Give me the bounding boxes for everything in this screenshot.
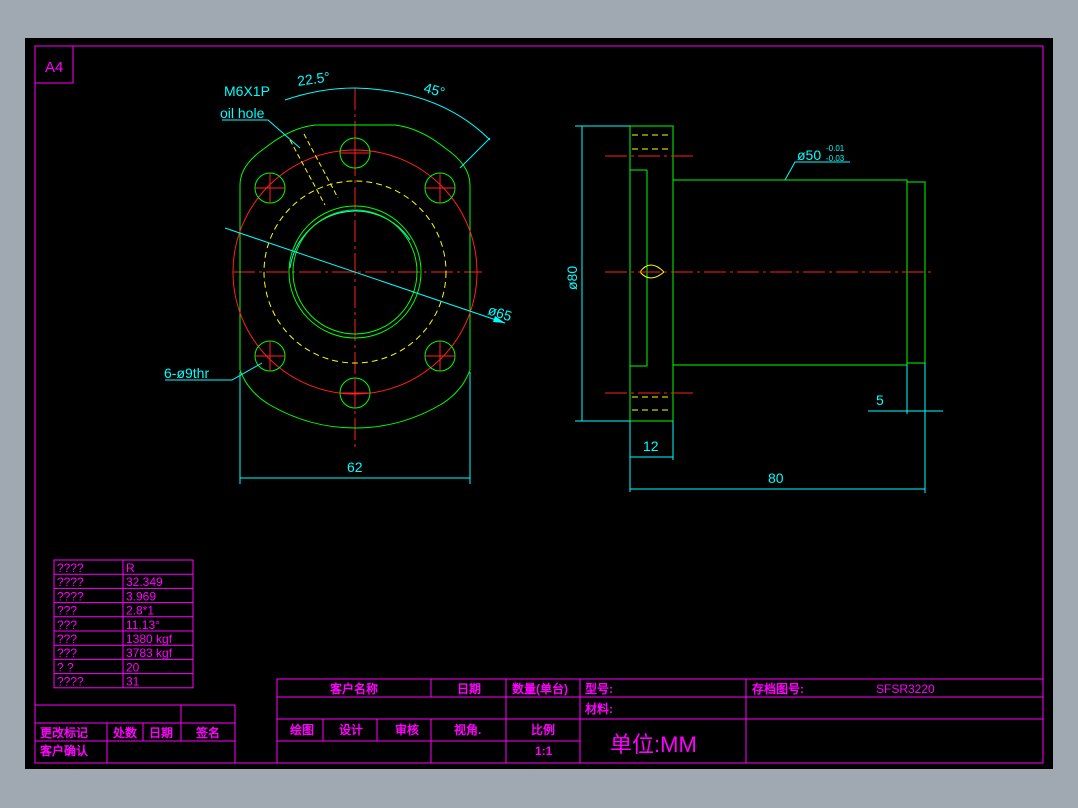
- length-label: 80: [768, 470, 784, 486]
- tol-lower: -0.03: [826, 154, 845, 163]
- flange-dia-label: ø80: [564, 266, 580, 290]
- tb-qty: 数量(单台): [512, 681, 568, 696]
- thread-label: M6X1P: [224, 83, 270, 99]
- tb-drawn: 绘图: [290, 722, 314, 737]
- rev-date: 日期: [149, 725, 173, 740]
- spec-value: 2.8*1: [126, 604, 154, 618]
- rev-customer-confirm: 客户确认: [39, 743, 89, 758]
- spec-value: 1380 kgf: [126, 632, 173, 646]
- step-label: 5: [876, 392, 884, 408]
- width-label: 62: [347, 459, 363, 475]
- tb-unit: 单位:MM: [610, 732, 697, 757]
- tb-review: 审核: [395, 722, 419, 737]
- tb-customer-name: 客户名称: [329, 681, 378, 696]
- rev-sign: 签名: [195, 725, 220, 740]
- spec-key: ???: [57, 646, 77, 660]
- tb-part-no: SFSR3220: [876, 682, 935, 696]
- tol-upper: -0.01: [826, 144, 845, 153]
- oil-hole-label: oil hole: [220, 105, 265, 121]
- rev-count: 处数: [112, 725, 138, 740]
- spec-value: R: [126, 561, 135, 575]
- tb-date: 日期: [457, 681, 481, 696]
- sheet-size-label: A4: [45, 59, 63, 76]
- tb-model: 型号:: [585, 681, 613, 696]
- spec-value: 3.969: [126, 589, 156, 603]
- spec-value: 32.349: [126, 575, 163, 589]
- flange-thk-label: 12: [643, 438, 659, 454]
- cad-drawing-canvas: A4 M6X1P oil hole 22.5° 45° ø65 6-ø9thr …: [25, 38, 1053, 769]
- spec-key: ????: [57, 561, 84, 575]
- tb-scale-value: 1:1: [535, 744, 553, 758]
- spec-key: ???: [57, 618, 77, 632]
- spec-key: ????: [57, 575, 84, 589]
- spec-value: 3783 kgf: [126, 646, 173, 660]
- shaft-dia-label: ø50: [797, 147, 821, 163]
- spec-value: 31: [126, 675, 140, 689]
- spec-key: ? ?: [57, 660, 74, 674]
- spec-value: 20: [126, 660, 140, 674]
- spec-key: ???: [57, 632, 77, 646]
- tb-material: 材料:: [584, 701, 613, 716]
- tb-scale-label: 比例: [531, 722, 555, 737]
- rev-change-mark: 更改标记: [40, 725, 88, 740]
- tb-view-angle: 视角.: [454, 722, 481, 737]
- tb-design: 设计: [339, 722, 363, 737]
- spec-key: ????: [57, 675, 84, 689]
- spec-value: 11.13°: [126, 618, 160, 632]
- spec-key: ???: [57, 604, 77, 618]
- holes-label: 6-ø9thr: [164, 365, 209, 381]
- spec-key: ????: [57, 589, 84, 603]
- tb-archive-no: 存档图号:: [751, 681, 804, 696]
